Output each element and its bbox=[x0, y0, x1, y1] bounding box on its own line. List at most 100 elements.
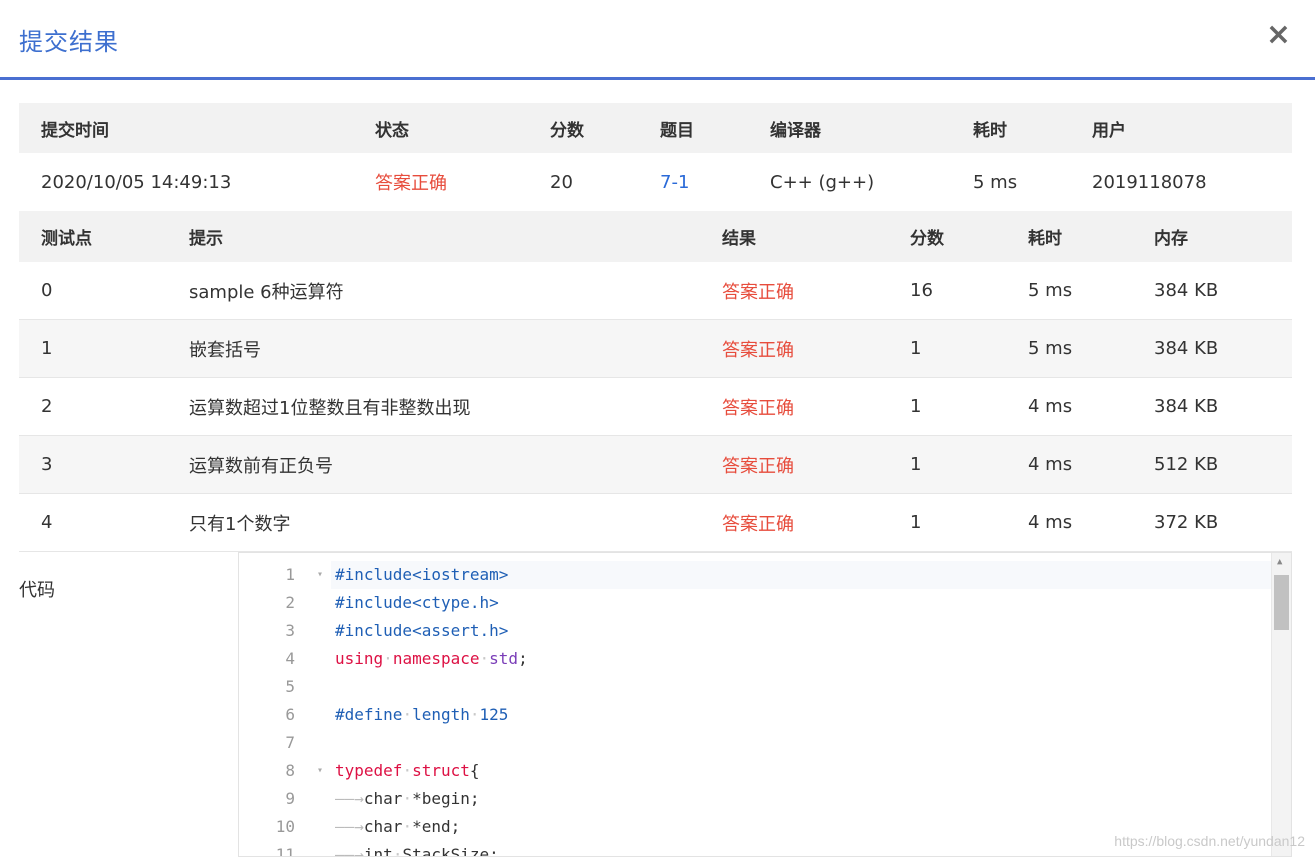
space-dot: · bbox=[383, 649, 393, 668]
code-line: 4 using·namespace·std; bbox=[239, 645, 1269, 673]
testcase-result: 答案正确 bbox=[722, 397, 794, 419]
testcase-id: 4 bbox=[41, 512, 53, 533]
code-text: { bbox=[469, 761, 480, 780]
tab-arrow-icon: ——→ bbox=[335, 845, 364, 857]
code-text: #define bbox=[335, 705, 403, 724]
code-text: *begin; bbox=[412, 789, 480, 808]
scroll-thumb[interactable] bbox=[1274, 575, 1289, 630]
code-keyword: typedef bbox=[335, 761, 403, 780]
code-label: 代码 bbox=[19, 580, 55, 601]
close-button[interactable]: × bbox=[1266, 20, 1291, 50]
col-score: 分数 bbox=[550, 120, 584, 141]
code-line: 5 bbox=[239, 673, 1269, 701]
testcase-memory: 372 KB bbox=[1154, 512, 1219, 533]
table-row: 4 只有1个数字 答案正确 1 4 ms 372 KB bbox=[19, 494, 1292, 552]
testcase-header-row: 测试点 提示 结果 分数 耗时 内存 bbox=[19, 211, 1292, 262]
code-keyword: using bbox=[335, 649, 384, 668]
code-text: *end; bbox=[412, 817, 461, 836]
vertical-scrollbar[interactable]: ▲ bbox=[1271, 553, 1291, 856]
code-text: char bbox=[363, 789, 403, 808]
fold-arrow-icon[interactable]: ▾ bbox=[317, 561, 323, 589]
summary-header-row: 提交时间 状态 分数 题目 编译器 耗时 用户 bbox=[19, 103, 1292, 153]
col-user: 用户 bbox=[1092, 120, 1126, 141]
table-row: 2 运算数超过1位整数且有非整数出现 答案正确 1 4 ms 384 KB bbox=[19, 378, 1292, 436]
table-row: 0 sample 6种运算符 答案正确 16 5 ms 384 KB bbox=[19, 262, 1292, 320]
status-badge: 答案正确 bbox=[375, 173, 447, 194]
testcase-score: 1 bbox=[910, 338, 922, 359]
problem-link[interactable]: 7-1 bbox=[660, 153, 689, 211]
code-text: 125 bbox=[479, 705, 509, 724]
fold-arrow-icon[interactable]: ▾ bbox=[317, 757, 323, 785]
testcase-score: 1 bbox=[910, 454, 922, 475]
summary-row: 2020/10/05 14:49:13 答案正确 20 7-1 C++ (g++… bbox=[19, 153, 1292, 211]
col-compiler: 编译器 bbox=[770, 120, 821, 141]
testcase-time: 5 ms bbox=[1028, 280, 1073, 301]
code-line: 9 ——→char·*begin; bbox=[239, 785, 1269, 813]
code-line: 2 #include<ctype.h> bbox=[239, 589, 1269, 617]
line-number: 4 bbox=[285, 649, 295, 668]
col-test-score: 分数 bbox=[910, 229, 944, 249]
col-problem: 题目 bbox=[660, 120, 694, 141]
line-number: 9 bbox=[285, 789, 295, 808]
line-number: 8 bbox=[285, 761, 295, 780]
line-number: 7 bbox=[285, 733, 295, 752]
code-line: 7 bbox=[239, 729, 1269, 757]
testcase-time: 4 ms bbox=[1028, 396, 1073, 417]
line-number: 6 bbox=[285, 705, 295, 724]
space-dot: · bbox=[402, 817, 413, 836]
table-row: 1 嵌套括号 答案正确 1 5 ms 384 KB bbox=[19, 320, 1292, 378]
testcase-score: 16 bbox=[910, 280, 933, 301]
testcase-hint: 只有1个数字 bbox=[189, 513, 291, 535]
submit-time: 2020/10/05 14:49:13 bbox=[41, 171, 232, 193]
col-submit-time: 提交时间 bbox=[41, 120, 109, 141]
col-hint: 提示 bbox=[189, 229, 223, 249]
code-keyword: struct bbox=[412, 761, 470, 780]
testcase-hint: 嵌套括号 bbox=[189, 339, 261, 361]
space-dot: · bbox=[402, 789, 413, 808]
line-number: 5 bbox=[285, 677, 295, 696]
code-text: #include<iostream> bbox=[335, 565, 509, 584]
col-status: 状态 bbox=[375, 120, 409, 141]
code-editor[interactable]: 1 ▾ #include<iostream> 2 #include<ctype.… bbox=[238, 552, 1292, 857]
testcase-result: 答案正确 bbox=[722, 513, 794, 535]
scroll-up-icon[interactable]: ▲ bbox=[1277, 557, 1282, 567]
testcase-hint: 运算数超过1位整数且有非整数出现 bbox=[189, 397, 471, 419]
line-number: 11 bbox=[275, 845, 295, 857]
testcase-id: 0 bbox=[41, 280, 53, 301]
code-text: length bbox=[412, 705, 470, 724]
testcase-memory: 384 KB bbox=[1154, 280, 1219, 301]
line-number: 3 bbox=[285, 621, 295, 640]
col-test-time: 耗时 bbox=[1028, 229, 1062, 249]
testcase-memory: 384 KB bbox=[1154, 396, 1219, 417]
testcase-time: 4 ms bbox=[1028, 454, 1073, 475]
testcase-id: 1 bbox=[41, 338, 53, 359]
code-text: char bbox=[363, 817, 403, 836]
code-text: int bbox=[363, 845, 393, 857]
tab-arrow-icon: ——→ bbox=[335, 789, 364, 808]
testcase-score: 1 bbox=[910, 512, 922, 533]
elapsed-time: 5 ms bbox=[973, 171, 1018, 193]
testcase-hint: sample 6种运算符 bbox=[189, 281, 344, 303]
dialog-title: 提交结果 bbox=[19, 28, 119, 56]
code-text: StackSize; bbox=[402, 845, 499, 857]
line-number: 10 bbox=[275, 817, 295, 836]
line-number: 2 bbox=[285, 593, 295, 612]
testcase-memory: 512 KB bbox=[1154, 454, 1219, 475]
dialog-header: 提交结果 × bbox=[0, 0, 1315, 80]
testcase-memory: 384 KB bbox=[1154, 338, 1219, 359]
testcase-id: 3 bbox=[41, 454, 53, 475]
col-result: 结果 bbox=[722, 229, 756, 249]
code-keyword: namespace bbox=[392, 649, 480, 668]
testcase-time: 4 ms bbox=[1028, 512, 1073, 533]
code-line: 3 #include<assert.h> bbox=[239, 617, 1269, 645]
space-dot: · bbox=[392, 845, 403, 857]
table-row: 3 运算数前有正负号 答案正确 1 4 ms 512 KB bbox=[19, 436, 1292, 494]
space-dot: · bbox=[402, 705, 413, 724]
testcase-time: 5 ms bbox=[1028, 338, 1073, 359]
space-dot: · bbox=[402, 761, 413, 780]
testcase-score: 1 bbox=[910, 396, 922, 417]
tab-arrow-icon: ——→ bbox=[335, 817, 364, 836]
testcase-result: 答案正确 bbox=[722, 281, 794, 303]
total-score: 20 bbox=[550, 171, 573, 193]
testcase-result: 答案正确 bbox=[722, 455, 794, 477]
